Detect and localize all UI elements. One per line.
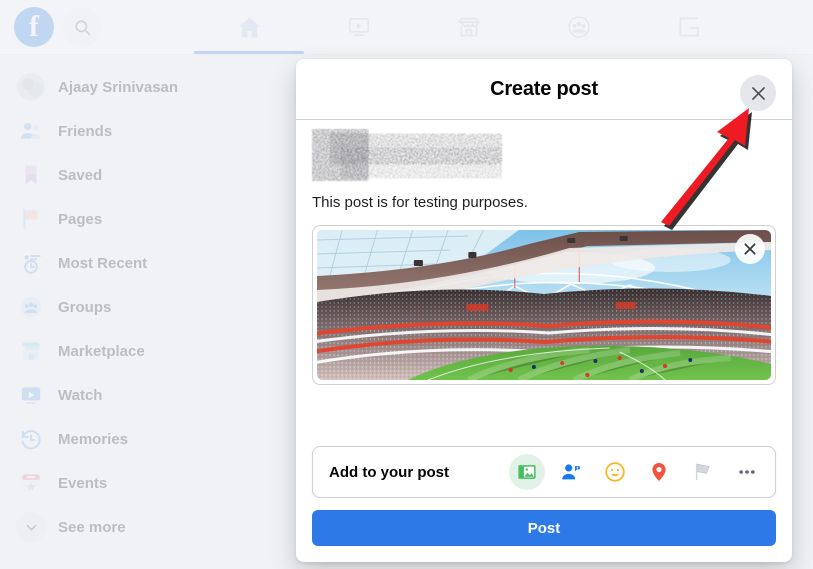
video-play-icon (16, 380, 46, 410)
topbar-tabs (194, 0, 744, 54)
sidebar-item-label: Most Recent (58, 254, 148, 272)
sidebar-item-label: Ajaay Srinivasan (58, 78, 179, 96)
clock-icon (16, 424, 46, 454)
sidebar-item-label: Pages (58, 210, 103, 228)
friends-icon (16, 116, 46, 146)
dialog-header: Create post (296, 59, 792, 120)
sidebar-item-watch[interactable]: Watch (8, 373, 282, 417)
sidebar-item-label: Groups (58, 298, 112, 316)
shop-icon (16, 336, 46, 366)
close-icon (744, 243, 756, 255)
ellipsis-icon (739, 470, 755, 474)
sidebar-item-profile[interactable]: Ajaay Srinivasan (8, 65, 282, 109)
top-navigation-bar: f (0, 0, 813, 55)
sidebar-item-memories[interactable]: Memories (8, 417, 282, 461)
sidebar-item-saved[interactable]: Saved (8, 153, 282, 197)
life-event-button[interactable] (685, 454, 721, 490)
feeling-activity-button[interactable] (597, 454, 633, 490)
more-options-button[interactable] (729, 454, 765, 490)
close-button[interactable] (740, 75, 776, 111)
close-icon (751, 86, 765, 100)
topbar-left-group: f (0, 7, 194, 47)
groups-icon (568, 16, 591, 38)
bookmark-icon (16, 160, 46, 190)
sidebar-item-pages[interactable]: Pages (8, 197, 282, 241)
flag-icon (16, 204, 46, 234)
author-row-redacted (312, 120, 776, 187)
shop-icon (457, 17, 480, 37)
chevron-down-icon (16, 512, 46, 542)
stadium-photo (317, 230, 771, 380)
tag-people-button[interactable] (553, 454, 589, 490)
sidebar-item-see-more[interactable]: See more (8, 505, 282, 549)
sidebar-item-label: Memories (58, 430, 129, 448)
add-to-your-post-bar: Add to your post (312, 446, 776, 498)
location-pin-icon (652, 463, 666, 481)
avatar (313, 135, 498, 174)
video-play-icon (349, 18, 370, 36)
tab-gaming[interactable] (634, 0, 744, 54)
sidebar-item-label: Saved (58, 166, 103, 184)
photo-attachment[interactable] (312, 225, 776, 385)
sidebar-item-friends[interactable]: Friends (8, 109, 282, 153)
add-to-post-label: Add to your post (329, 463, 449, 481)
sidebar-item-label: See more (58, 518, 126, 536)
sidebar-item-groups[interactable]: Groups (8, 285, 282, 329)
most-recent-icon (16, 248, 46, 278)
sidebar-item-label: Events (58, 474, 108, 492)
tag-person-icon (562, 464, 580, 480)
tab-home[interactable] (194, 0, 305, 54)
dialog-body: This post is for testing purposes. Add t… (296, 120, 792, 498)
avatar-icon (16, 72, 46, 102)
tab-watch[interactable] (304, 0, 414, 54)
sidebar-item-marketplace[interactable]: Marketplace (8, 329, 282, 373)
tab-marketplace[interactable] (414, 0, 524, 54)
search-input[interactable] (62, 7, 102, 47)
create-post-dialog: Create post This post is for testing pur… (296, 59, 792, 562)
gaming-icon (679, 17, 699, 37)
remove-photo-button[interactable] (735, 234, 765, 264)
tab-groups[interactable] (524, 0, 634, 54)
smiley-filled-icon (605, 462, 625, 482)
groups-icon (16, 292, 46, 322)
facebook-logo-icon[interactable]: f (14, 7, 54, 47)
dialog-footer: Post (296, 498, 792, 562)
photo-icon (518, 465, 536, 479)
search-icon (74, 19, 90, 35)
post-button[interactable]: Post (312, 510, 776, 546)
sidebar-item-events[interactable]: Events (8, 461, 282, 505)
sidebar-item-label: Watch (58, 386, 103, 404)
sidebar-item-label: Marketplace (58, 342, 145, 360)
left-sidebar: Ajaay Srinivasan Friends Saved Pages Mos… (0, 55, 290, 569)
page-title: Create post (490, 77, 598, 100)
sidebar-item-most-recent[interactable]: Most Recent (8, 241, 282, 285)
sidebar-item-label: Friends (58, 122, 113, 140)
flag-icon (695, 463, 710, 481)
post-text[interactable]: This post is for testing purposes. (312, 187, 776, 223)
add-to-post-actions (509, 454, 765, 490)
home-icon (238, 16, 260, 38)
check-in-button[interactable] (641, 454, 677, 490)
photo-video-button[interactable] (509, 454, 545, 490)
calendar-star-icon (16, 468, 46, 498)
